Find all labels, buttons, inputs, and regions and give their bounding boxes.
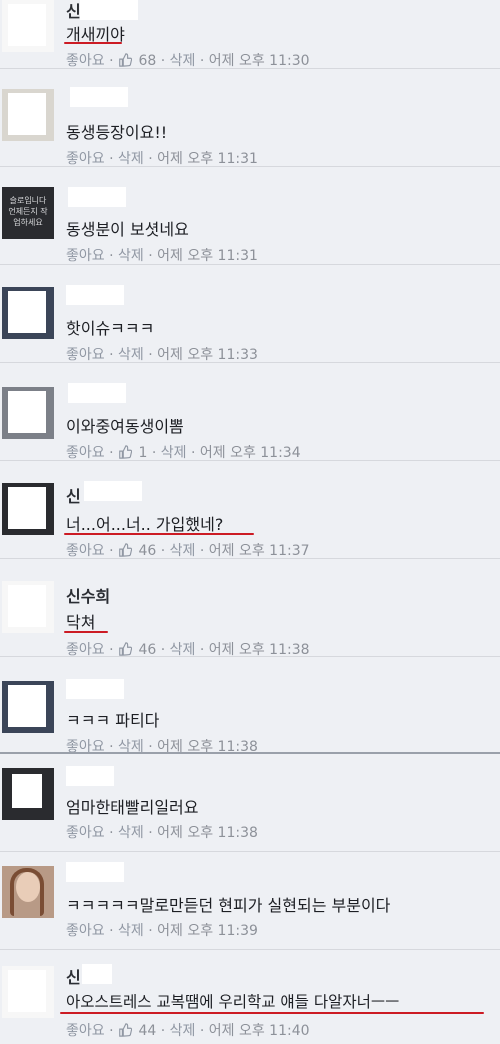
timestamp: 어제 오후 11:37 — [208, 543, 310, 559]
like-count: 44 — [138, 1023, 157, 1039]
comment-meta: 좋아요 · 68 · 삭제 · 어제 오후 11:30 — [66, 53, 310, 69]
comment-item: 핫이슈ㅋㅋㅋ 좋아요 · 삭제 · 어제 오후 11:33 — [0, 265, 500, 363]
delete-button[interactable]: 삭제 — [118, 923, 144, 939]
timestamp: 어제 오후 11:40 — [208, 1023, 310, 1039]
timestamp: 어제 오후 11:38 — [157, 825, 258, 841]
delete-button[interactable]: 삭제 — [161, 445, 187, 461]
like-button[interactable]: 좋아요 — [66, 347, 105, 363]
comment-text: 닥쳐 — [66, 613, 96, 632]
delete-button[interactable]: 삭제 — [170, 53, 196, 69]
comment-text: 엄마한태빨리일러요 — [66, 798, 199, 817]
avatar[interactable] — [2, 768, 54, 820]
avatar[interactable] — [2, 966, 54, 1018]
avatar[interactable] — [2, 0, 54, 52]
comment-item: 신 아오스트레스 교복땜에 우리학교 얘들 다알자너ㅡㅡ 좋아요 · 44 · … — [0, 950, 500, 1044]
like-button[interactable]: 좋아요 — [66, 248, 105, 264]
comment-meta: 좋아요 · 46 · 삭제 · 어제 오후 11:38 — [66, 642, 310, 658]
comment-text: 너...어...너.. 가입했네? — [66, 515, 224, 534]
avatar[interactable] — [2, 387, 54, 439]
avatar[interactable] — [2, 89, 54, 141]
timestamp: 어제 오후 11:34 — [199, 445, 301, 461]
delete-button[interactable]: 삭제 — [118, 825, 144, 841]
delete-button[interactable]: 삭제 — [118, 347, 144, 363]
comment-item: 슬로입니다 언제든지 작업하세요 동생분이 보셧네요 좋아요 · 삭제 · 어제… — [0, 167, 500, 265]
comment-text: 아오스트레스 교복땜에 우리학교 얘들 다알자너ㅡㅡ — [66, 993, 400, 1011]
timestamp: 어제 오후 11:33 — [157, 347, 258, 363]
red-underline — [64, 42, 122, 44]
comment-text: 이와중여동생이뽐 — [66, 417, 184, 436]
like-button[interactable]: 좋아요 — [66, 1023, 105, 1039]
red-underline — [60, 1012, 484, 1014]
avatar[interactable] — [2, 287, 54, 339]
comment-text: 동생분이 보셧네요 — [66, 220, 189, 239]
delete-button[interactable]: 삭제 — [118, 248, 144, 264]
avatar[interactable] — [2, 483, 54, 535]
like-count: 46 — [138, 543, 157, 559]
comment-item: 신 개새끼야 좋아요 · 68 · 삭제 · 어제 오후 11:30 — [0, 0, 500, 69]
avatar-caption: 슬로입니다 언제든지 작업하세요 — [8, 196, 48, 227]
comment-meta: 좋아요 · 삭제 · 어제 오후 11:31 — [66, 151, 258, 167]
red-underline — [64, 533, 254, 535]
avatar[interactable]: 슬로입니다 언제든지 작업하세요 — [2, 187, 54, 239]
thumbs-up-icon — [119, 53, 132, 67]
like-button[interactable]: 좋아요 — [66, 825, 105, 841]
thumbs-up-icon — [119, 445, 132, 459]
like-button[interactable]: 좋아요 — [66, 543, 105, 559]
comment-item: 신 너...어...너.. 가입했네? 좋아요 · 46 · 삭제 · 어제 오… — [0, 461, 500, 559]
like-count: 1 — [138, 445, 148, 461]
comment-meta: 좋아요 · 삭제 · 어제 오후 11:39 — [66, 923, 258, 939]
avatar[interactable] — [2, 681, 54, 733]
delete-button[interactable]: 삭제 — [118, 151, 144, 167]
comment-item: ㅋㅋㅋ 파티다 좋아요 · 삭제 · 어제 오후 11:38 — [0, 657, 500, 755]
avatar[interactable] — [2, 866, 54, 918]
comment-item: 엄마한태빨리일러요 좋아요 · 삭제 · 어제 오후 11:38 — [0, 754, 500, 852]
comment-meta: 좋아요 · 1 · 삭제 · 어제 오후 11:34 — [66, 445, 301, 461]
comment-meta: 좋아요 · 삭제 · 어제 오후 11:31 — [66, 248, 258, 264]
comment-meta: 좋아요 · 46 · 삭제 · 어제 오후 11:37 — [66, 543, 310, 559]
timestamp: 어제 오후 11:31 — [157, 248, 258, 264]
commenter-name[interactable]: 신 — [66, 483, 81, 507]
comment-text: 동생등장이요!! — [66, 123, 168, 142]
like-count: 68 — [138, 53, 157, 69]
timestamp: 어제 오후 11:30 — [208, 53, 310, 69]
avatar[interactable] — [2, 581, 54, 633]
comment-meta: 좋아요 · 44 · 삭제 · 어제 오후 11:40 — [66, 1023, 310, 1039]
comment-meta: 좋아요 · 삭제 · 어제 오후 11:38 — [66, 825, 258, 841]
comment-text: ㅋㅋㅋ 파티다 — [66, 711, 160, 730]
comment-meta: 좋아요 · 삭제 · 어제 오후 11:33 — [66, 347, 258, 363]
thumbs-up-icon — [119, 642, 132, 656]
commenter-name[interactable]: 신수희 — [66, 583, 110, 607]
like-button[interactable]: 좋아요 — [66, 642, 105, 658]
red-underline — [64, 631, 108, 633]
like-button[interactable]: 좋아요 — [66, 923, 105, 939]
delete-button[interactable]: 삭제 — [170, 1023, 196, 1039]
comment-item: ㅋㅋㅋㅋㅋ말로만듣던 현피가 실현되는 부분이다 좋아요 · 삭제 · 어제 오… — [0, 852, 500, 950]
thumbs-up-icon — [119, 543, 132, 557]
comment-item: 동생등장이요!! 좋아요 · 삭제 · 어제 오후 11:31 — [0, 69, 500, 167]
delete-button[interactable]: 삭제 — [170, 543, 196, 559]
thumbs-up-icon — [119, 1023, 132, 1037]
timestamp: 어제 오후 11:38 — [208, 642, 310, 658]
comment-text: 핫이슈ㅋㅋㅋ — [66, 319, 155, 338]
timestamp: 어제 오후 11:31 — [157, 151, 258, 167]
like-button[interactable]: 좋아요 — [66, 53, 105, 69]
timestamp: 어제 오후 11:39 — [157, 923, 258, 939]
like-count: 46 — [138, 642, 157, 658]
commenter-name[interactable]: 신 — [66, 964, 81, 988]
like-button[interactable]: 좋아요 — [66, 445, 105, 461]
comment-text: ㅋㅋㅋㅋㅋ말로만듣던 현피가 실현되는 부분이다 — [66, 896, 391, 915]
comment-item: 이와중여동생이뽐 좋아요 · 1 · 삭제 · 어제 오후 11:34 — [0, 363, 500, 461]
commenter-name[interactable]: 신 — [66, 0, 81, 22]
delete-button[interactable]: 삭제 — [170, 642, 196, 658]
comment-item: 신수희 닥쳐 좋아요 · 46 · 삭제 · 어제 오후 11:38 — [0, 559, 500, 658]
like-button[interactable]: 좋아요 — [66, 151, 105, 167]
